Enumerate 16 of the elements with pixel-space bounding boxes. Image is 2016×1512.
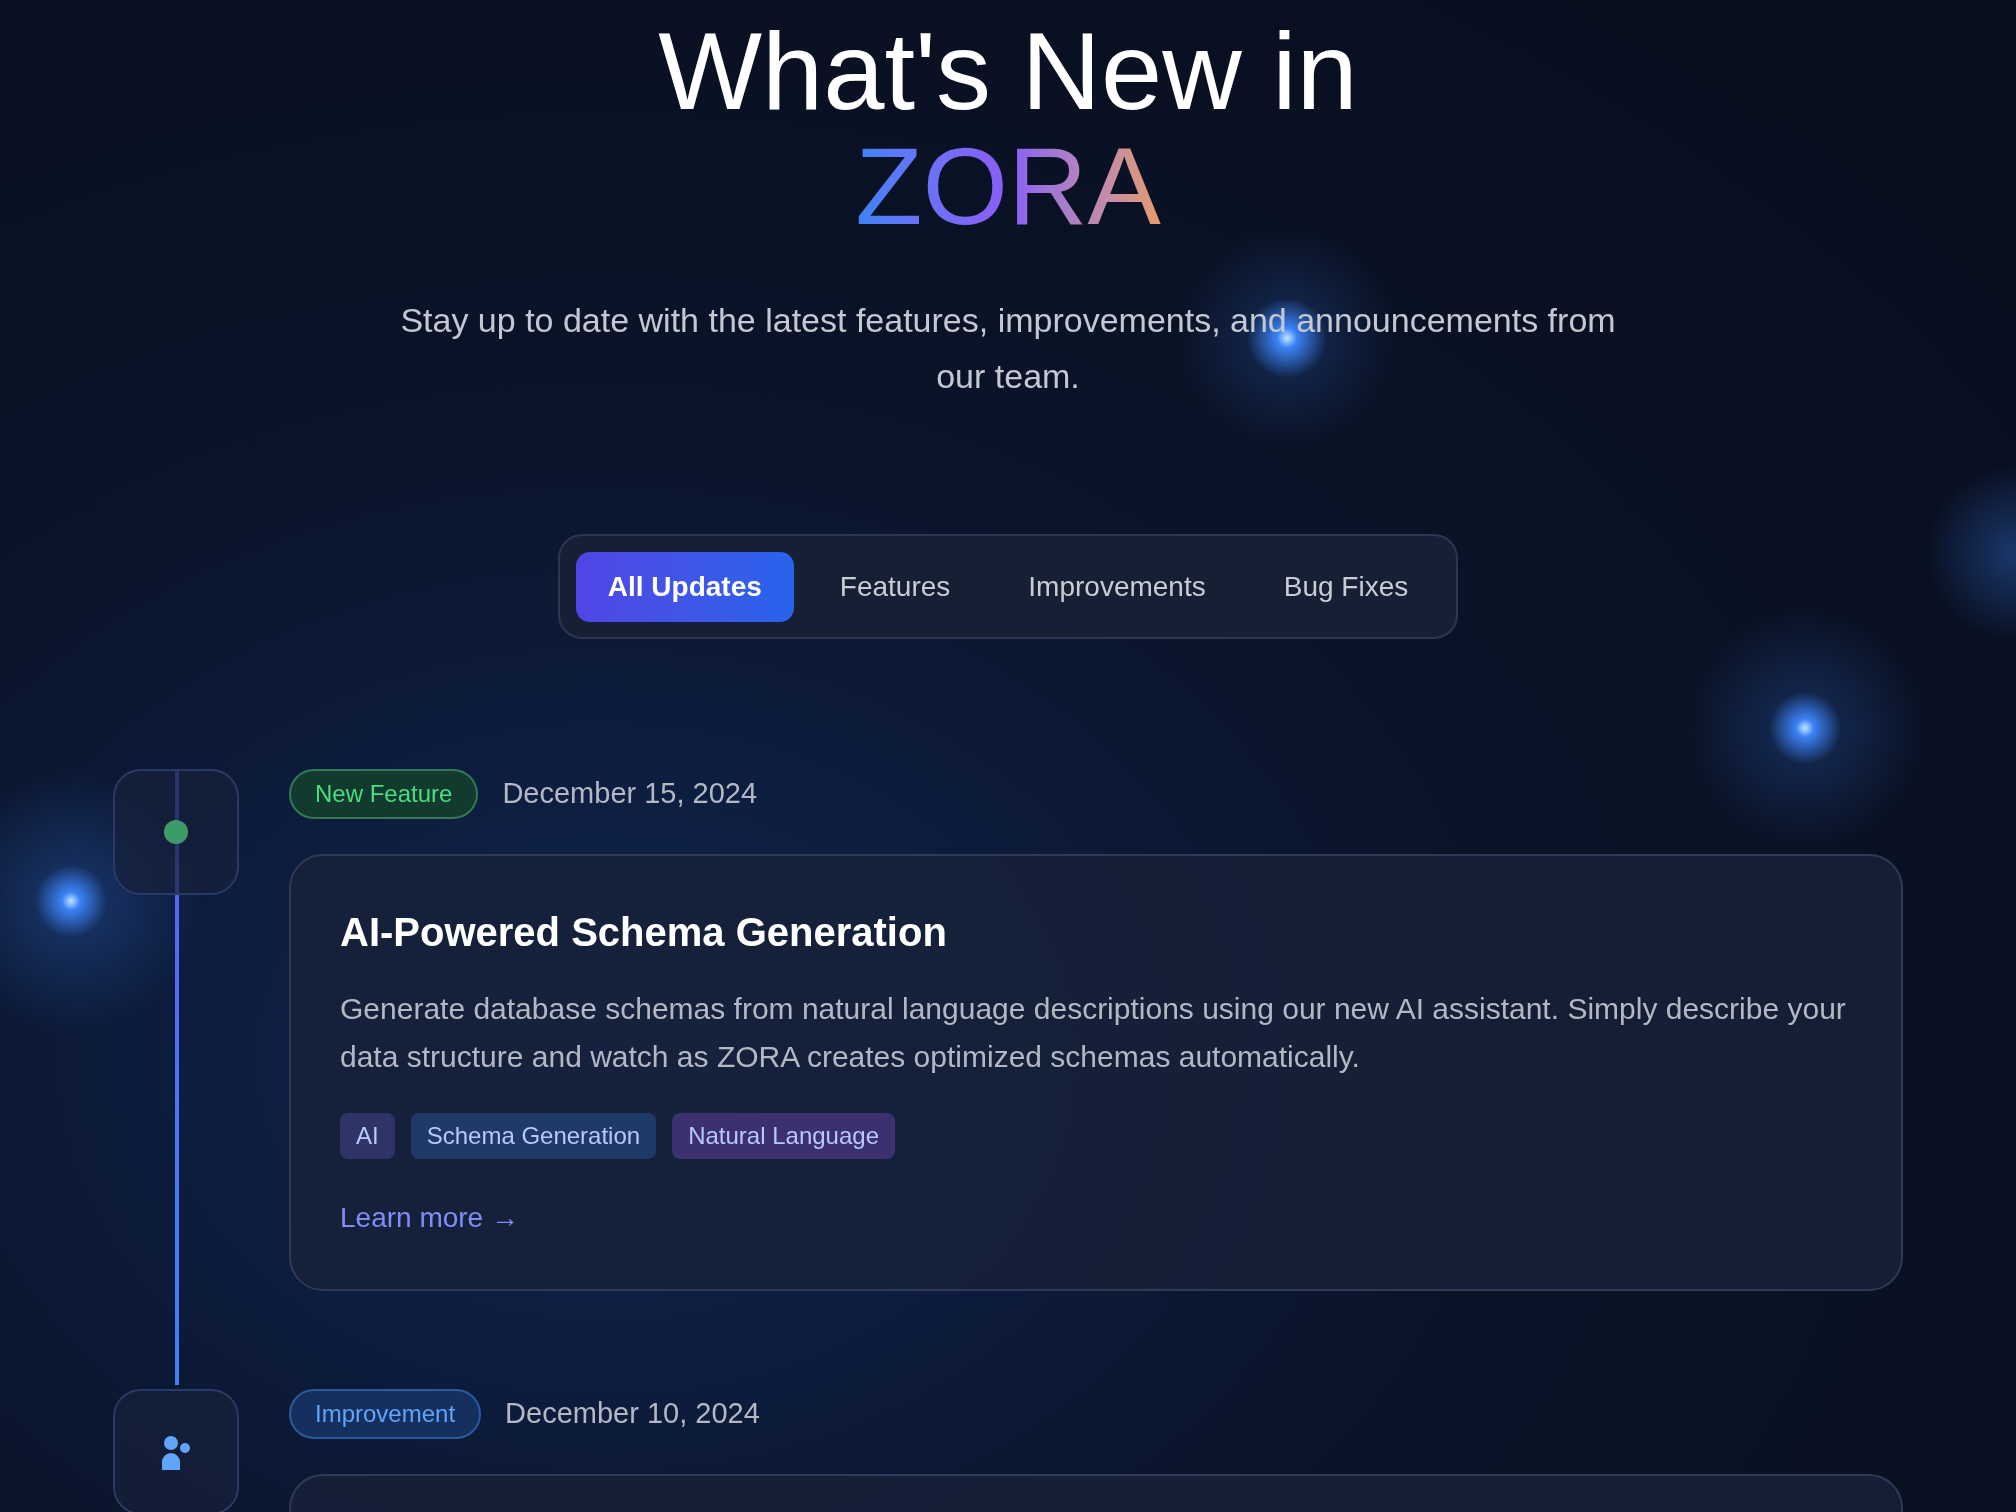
filter-tab[interactable]: Bug Fixes [1251, 551, 1441, 622]
update-date: December 10, 2024 [505, 1396, 760, 1432]
topic-tag: Natural Language [672, 1113, 895, 1159]
filter-tab[interactable]: All Updates [575, 551, 794, 622]
update-title: AI-Powered Schema Generation [340, 909, 948, 956]
topic-tag: AI [340, 1113, 395, 1159]
users-icon [160, 1434, 192, 1470]
topic-tag: Schema Generation [410, 1113, 657, 1159]
filter-tab[interactable]: Improvements [996, 551, 1238, 622]
category-badge: New Feature [289, 769, 479, 819]
update-description: Generate database schemas from natural language descriptions using our new AI assistant. Simply describe your data structure and watch as ZORA creates optimized schemas automatically. [340, 991, 1847, 1075]
category-badge: Improvement [289, 1389, 482, 1439]
page-title: What's New in [658, 8, 1358, 128]
learn-more-link[interactable]: Learn more → [340, 1200, 519, 1236]
update-date: December 15, 2024 [502, 776, 758, 812]
filter-tab[interactable]: Features [807, 551, 983, 622]
